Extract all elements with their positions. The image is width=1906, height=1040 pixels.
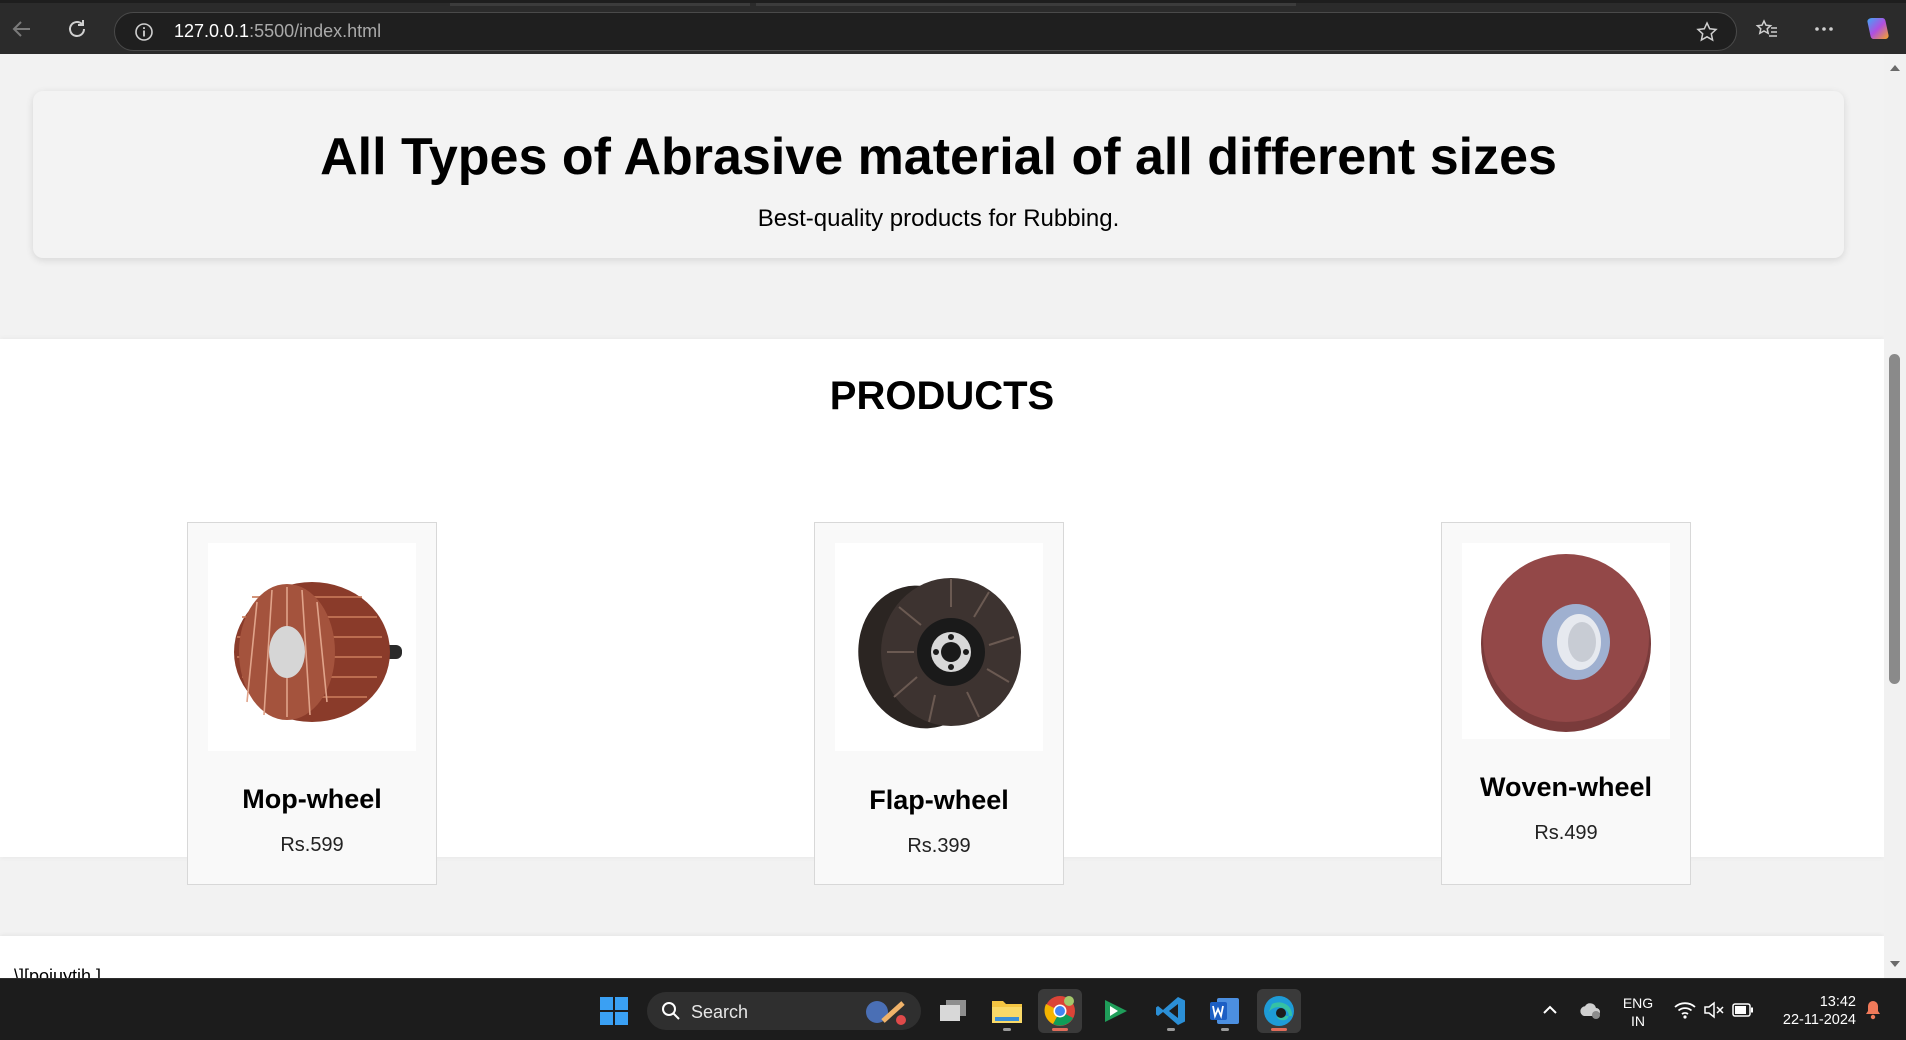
language-indicator[interactable]: ENG IN xyxy=(1620,994,1656,1030)
product-card-flap-wheel[interactable]: Flap-wheel Rs.399 xyxy=(814,522,1064,885)
clock-date: 22-11-2024 xyxy=(1782,1012,1856,1028)
taskbar-word[interactable] xyxy=(1203,989,1247,1033)
media-app-icon xyxy=(1105,1000,1127,1022)
reload-button[interactable] xyxy=(61,13,93,45)
back-arrow-icon xyxy=(12,21,30,37)
more-dots-icon xyxy=(1815,27,1833,31)
battery-icon[interactable] xyxy=(1732,1003,1754,1017)
taskbar-media-app[interactable] xyxy=(1094,989,1138,1033)
windows-logo-icon xyxy=(600,997,628,1025)
taskbar-vscode[interactable] xyxy=(1149,989,1193,1033)
search-label: Search xyxy=(691,1002,749,1022)
wifi-icon[interactable] xyxy=(1674,1001,1696,1019)
url-host: 127.0.0.1 xyxy=(174,21,250,41)
onedrive-cloud-icon[interactable] xyxy=(1578,1001,1602,1019)
scroll-down-arrow-icon[interactable] xyxy=(1889,958,1901,970)
copilot-button[interactable] xyxy=(1862,13,1894,45)
taskbar-chrome[interactable] xyxy=(1038,989,1082,1033)
running-indicator xyxy=(1003,1028,1011,1031)
vscode-icon xyxy=(1156,997,1185,1025)
footer-text: \][poiuytjh ] xyxy=(14,966,102,978)
notification-bell-icon[interactable] xyxy=(1864,1000,1882,1020)
woven-wheel-image[interactable] xyxy=(1462,543,1670,739)
products-section: PRODUCTS Mop-wheel Rs.599 Flap-wheel Rs.… xyxy=(0,339,1884,885)
word-icon xyxy=(1210,998,1239,1024)
site-info-icon[interactable] xyxy=(134,22,154,42)
chrome-icon xyxy=(1044,996,1075,1026)
clock[interactable]: 13:42 22-11-2024 xyxy=(1770,993,1856,1029)
page-viewport: All Types of Abrasive material of all di… xyxy=(0,54,1884,978)
folder-icon xyxy=(992,1001,1022,1023)
taskbar-search-box[interactable]: Search xyxy=(647,992,921,1030)
tab-indicator xyxy=(450,3,750,6)
show-hidden-icons-chevron-icon[interactable] xyxy=(1542,1003,1558,1015)
edge-icon xyxy=(1264,996,1294,1026)
product-price: Rs.399 xyxy=(907,835,971,857)
hero-subtitle: Best-quality products for Rubbing. xyxy=(757,205,1120,232)
taskbar: Search ENG IN 13:42 22-11-2024 xyxy=(0,978,1906,1040)
scrollbar-thumb[interactable] xyxy=(1889,354,1900,684)
favorite-star-icon[interactable] xyxy=(1696,21,1718,43)
reload-icon xyxy=(69,20,85,37)
volume-muted-icon[interactable] xyxy=(1703,1001,1725,1019)
product-name: Flap-wheel xyxy=(869,785,1009,815)
taskbar-edge[interactable] xyxy=(1257,989,1301,1033)
region-code: IN xyxy=(1631,1013,1645,1029)
language-code: ENG xyxy=(1622,995,1654,1011)
url-path: :5500/index.html xyxy=(249,21,382,41)
product-card-mop-wheel[interactable]: Mop-wheel Rs.599 xyxy=(187,522,437,885)
footer-section: \][poiuytjh ] xyxy=(0,936,1884,978)
product-price: Rs.499 xyxy=(1534,822,1598,844)
vertical-scrollbar[interactable] xyxy=(1884,54,1906,978)
running-indicator xyxy=(1271,1028,1287,1031)
task-view-icon xyxy=(940,1000,966,1021)
task-view-button[interactable] xyxy=(931,989,975,1033)
hero-banner: All Types of Abrasive material of all di… xyxy=(33,91,1844,258)
flap-wheel-image[interactable] xyxy=(835,543,1043,751)
favorites-button[interactable] xyxy=(1751,13,1783,45)
tab-indicator xyxy=(756,3,1296,6)
product-price: Rs.599 xyxy=(280,834,344,856)
running-indicator xyxy=(1167,1028,1175,1031)
mop-wheel-image[interactable] xyxy=(208,543,416,751)
running-indicator xyxy=(1221,1028,1229,1031)
taskbar-file-explorer[interactable] xyxy=(985,989,1029,1033)
running-indicator xyxy=(1052,1028,1068,1031)
copilot-icon xyxy=(1867,18,1889,39)
clock-time: 13:42 xyxy=(1819,994,1856,1010)
back-button[interactable] xyxy=(6,13,38,45)
more-options-button[interactable] xyxy=(1808,13,1840,45)
product-name: Woven-wheel xyxy=(1479,772,1653,802)
start-button[interactable] xyxy=(592,989,636,1033)
search-highlight-icon xyxy=(866,1001,906,1025)
mop-wheel-icon xyxy=(234,582,402,722)
products-heading: PRODUCTS xyxy=(829,374,1055,418)
hero-title: All Types of Abrasive material of all di… xyxy=(320,128,1557,186)
search-icon xyxy=(662,1002,680,1020)
scroll-up-arrow-icon[interactable] xyxy=(1889,62,1901,74)
woven-wheel-icon xyxy=(1481,554,1651,732)
browser-toolbar: 127.0.0.1:5500/index.html xyxy=(0,0,1906,54)
flap-wheel-icon xyxy=(858,578,1021,729)
url-text[interactable]: 127.0.0.1:5500/index.html xyxy=(174,21,381,42)
favorites-list-icon xyxy=(1755,19,1777,37)
product-name: Mop-wheel xyxy=(242,784,382,814)
product-card-woven-wheel[interactable]: Woven-wheel Rs.499 xyxy=(1441,522,1691,885)
